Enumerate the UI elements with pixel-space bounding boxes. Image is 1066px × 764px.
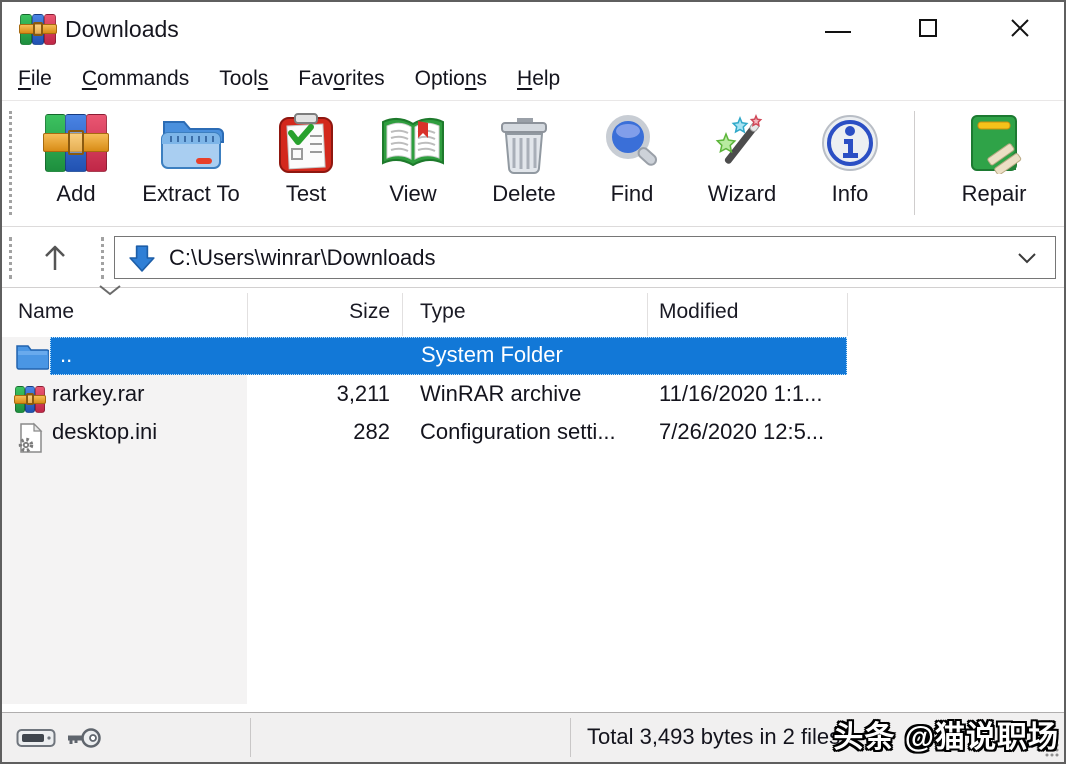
view-button[interactable]: View [358,109,468,221]
table-row-desktop-ini[interactable]: desktop.ini 282 Configuration setti... 7… [2,413,847,453]
menu-options[interactable]: Options [415,67,487,91]
address-row: C:\Users\winrar\Downloads [2,227,1064,288]
watermark: 头条 @猫说职场 [833,721,1059,754]
folder-icon [16,345,49,370]
file-list: Name Size Type Modified .. System Folder [2,285,1064,713]
column-header-modified[interactable]: Modified [647,300,847,324]
trash-can-icon [497,111,551,175]
up-button[interactable] [22,235,88,281]
downloads-folder-icon [129,244,155,272]
row-size: 3,211 [336,381,390,406]
status-total: Total 3,493 bytes in 2 files [587,724,841,749]
column-header-type[interactable]: Type [402,300,647,324]
minimize-button[interactable] [810,2,866,54]
menu-help[interactable]: Help [517,67,560,91]
repair-book-icon [966,111,1022,175]
winrar-books-icon [42,111,110,175]
document-gear-icon [17,422,45,460]
list-header: Name Size Type Modified [2,285,847,336]
menu-commands[interactable]: Commands [82,67,189,91]
row-name: desktop.ini [52,419,158,444]
maximize-button[interactable] [900,2,956,54]
toolbar-gripper[interactable] [9,111,12,215]
test-button[interactable]: Test [254,109,358,221]
menu-tools[interactable]: Tools [219,67,268,91]
table-row-parent-folder[interactable]: .. System Folder [2,337,847,375]
window-title: Downloads [65,16,179,42]
selection-bar: .. System Folder [50,337,847,375]
wizard-button[interactable]: Wizard [684,109,800,221]
info-circle-icon [820,111,880,175]
extract-folder-icon [158,111,224,175]
row-type: Configuration setti... [420,419,616,444]
repair-button[interactable]: Repair [929,109,1059,221]
row-type: System Folder [421,342,563,367]
column-header-name[interactable]: Name [2,285,247,324]
menu-favorites[interactable]: Favorites [298,67,384,91]
extract-to-button[interactable]: Extract To [128,109,254,221]
row-type: WinRAR archive [420,381,582,406]
close-button[interactable] [992,2,1048,54]
view-book-icon [379,111,447,175]
address-gripper[interactable] [9,237,12,279]
menu-file[interactable]: File [18,67,52,91]
close-icon [1011,19,1029,37]
address-gripper-2[interactable] [101,237,104,279]
table-row-rarkey[interactable]: rarkey.rar 3,211 WinRAR archive 11/16/20… [2,375,847,413]
row-modified: 7/26/2020 12:5... [659,419,825,444]
test-clipboard-icon [277,111,335,175]
row-name: .. [60,342,73,367]
key-icon[interactable] [66,725,102,751]
menu-bar: File Commands Tools Favorites Options He… [2,57,1064,101]
row-name: rarkey.rar [52,381,145,406]
title-bar: Downloads [2,2,1064,57]
toolbar-separator [914,111,915,215]
drive-icon[interactable] [16,726,56,750]
add-button[interactable]: Add [24,109,128,221]
find-button[interactable]: Find [580,109,684,221]
delete-button[interactable]: Delete [468,109,580,221]
up-arrow-icon [45,245,65,270]
chevron-down-icon[interactable] [1017,252,1037,264]
toolbar: Add Extract To Test View Delete Find Wiz… [2,101,1064,227]
winrar-window: Downloads File Commands Tools Favorites … [0,0,1066,764]
magnifier-icon [601,111,663,175]
sort-chevron-icon [99,285,121,296]
address-path: C:\Users\winrar\Downloads [169,244,436,270]
row-modified: 11/16/2020 1:1... [659,381,823,406]
winrar-app-icon [18,14,58,45]
row-size: 282 [353,419,390,444]
address-combobox[interactable]: C:\Users\winrar\Downloads [114,236,1056,279]
magic-wand-icon [710,111,774,175]
column-header-size[interactable]: Size [247,300,402,324]
info-button[interactable]: Info [800,109,900,221]
